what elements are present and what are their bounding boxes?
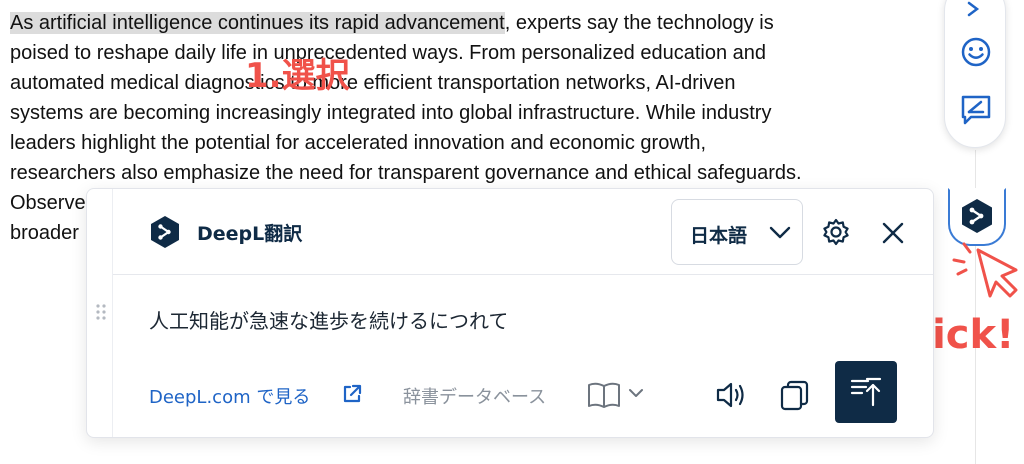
deepl-popup: DeepL翻訳 日本語 人工知能が急速な進歩を続けるにつれて DeepL.com… xyxy=(86,188,934,438)
grip-icon[interactable] xyxy=(95,303,107,321)
annotation-step-1: 1.選択 xyxy=(245,56,350,96)
insert-translation-button[interactable] xyxy=(835,361,897,423)
brand-title: DeepL翻訳 xyxy=(197,223,303,245)
feedback-icon[interactable] xyxy=(959,93,993,127)
selected-text[interactable]: As artificial intelligence continues its… xyxy=(10,12,505,34)
article-line-3: automated medical diagnostics to more ef… xyxy=(10,72,736,94)
deepl-logo-icon xyxy=(151,216,179,248)
article-line-1-rest: , experts say the technology is xyxy=(504,12,774,34)
article-line-2: poised to reshape daily life in unpreced… xyxy=(10,42,767,64)
side-toolbar xyxy=(944,0,1006,148)
gear-icon[interactable] xyxy=(821,217,851,247)
open-deepl-link[interactable]: DeepL.com で見る xyxy=(149,383,310,409)
smile-icon[interactable] xyxy=(959,35,993,69)
chevron-down-icon xyxy=(769,226,791,239)
article-line-5: leaders highlight the potential for acce… xyxy=(10,132,706,154)
target-language-select[interactable]: 日本語 xyxy=(671,199,803,265)
article-line-6: researchers also emphasize the need for … xyxy=(10,162,802,184)
target-language-label: 日本語 xyxy=(690,225,748,247)
insert-text-icon xyxy=(850,377,882,407)
book-icon[interactable] xyxy=(587,381,621,409)
dictionary-chevron-down-icon[interactable] xyxy=(627,385,645,401)
dictionary-label[interactable]: 辞書データベース xyxy=(403,383,546,409)
close-icon[interactable] xyxy=(879,219,907,247)
external-link-icon[interactable] xyxy=(341,383,363,405)
copy-icon[interactable] xyxy=(777,377,813,413)
popup-drag-rail[interactable] xyxy=(87,189,113,437)
popup-header: DeepL翻訳 日本語 xyxy=(113,189,933,275)
translation-output: 人工知能が急速な進歩を続けるにつれて xyxy=(149,309,509,333)
deepl-float-button[interactable] xyxy=(957,196,997,236)
popup-footer: DeepL.com で見る 辞書データベース xyxy=(113,361,933,425)
article-line-1: As artificial intelligence continues its… xyxy=(10,8,910,38)
cursor-icon xyxy=(952,242,1018,298)
arrow-icon[interactable] xyxy=(959,0,993,29)
speaker-icon[interactable] xyxy=(713,377,749,413)
article-line-4: systems are becoming increasingly integr… xyxy=(10,102,772,124)
